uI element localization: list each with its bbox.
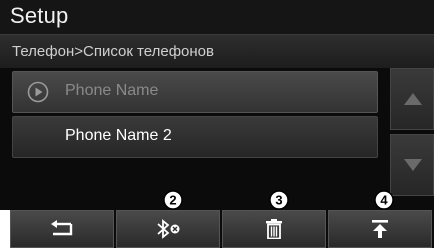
list-item-label: Phone Name 2 bbox=[65, 127, 172, 144]
play-circle-icon bbox=[27, 81, 49, 103]
delete-button[interactable] bbox=[222, 210, 326, 248]
breadcrumb: Телефон>Список телефонов bbox=[0, 34, 434, 68]
list-item-label: Phone Name bbox=[65, 82, 159, 99]
callout-badge-2: 2 bbox=[163, 190, 183, 210]
scroll-up-button[interactable] bbox=[390, 68, 434, 130]
screen: Setup Телефон>Список телефонов Phone Nam… bbox=[0, 0, 434, 248]
breadcrumb-text: Телефон>Список телефонов bbox=[12, 43, 214, 60]
back-button[interactable] bbox=[10, 210, 114, 248]
title-bar: Setup bbox=[0, 0, 434, 34]
scroll-down-button[interactable] bbox=[390, 134, 434, 196]
bottom-toolbar bbox=[10, 210, 434, 248]
move-to-top-icon bbox=[372, 220, 388, 238]
bluetooth-disconnect-icon bbox=[157, 219, 180, 239]
phone-list-panel: Phone Name Phone Name 2 bbox=[0, 68, 434, 210]
svg-text:2: 2 bbox=[169, 193, 176, 208]
callout-badge-4: 4 bbox=[374, 190, 394, 210]
svg-text:4: 4 bbox=[380, 193, 388, 208]
list-item-phone-2[interactable]: Phone Name 2 bbox=[12, 116, 378, 158]
move-to-top-button[interactable] bbox=[328, 210, 432, 248]
triangle-down-icon bbox=[404, 159, 422, 171]
triangle-up-icon bbox=[404, 93, 422, 105]
svg-text:3: 3 bbox=[275, 193, 282, 208]
callout-badge-3: 3 bbox=[269, 190, 289, 210]
back-arrow-icon bbox=[51, 220, 73, 236]
disconnect-button[interactable] bbox=[116, 210, 220, 248]
trash-icon bbox=[266, 219, 282, 239]
list-item-phone-1[interactable]: Phone Name bbox=[12, 71, 378, 113]
page-title: Setup bbox=[10, 3, 69, 28]
